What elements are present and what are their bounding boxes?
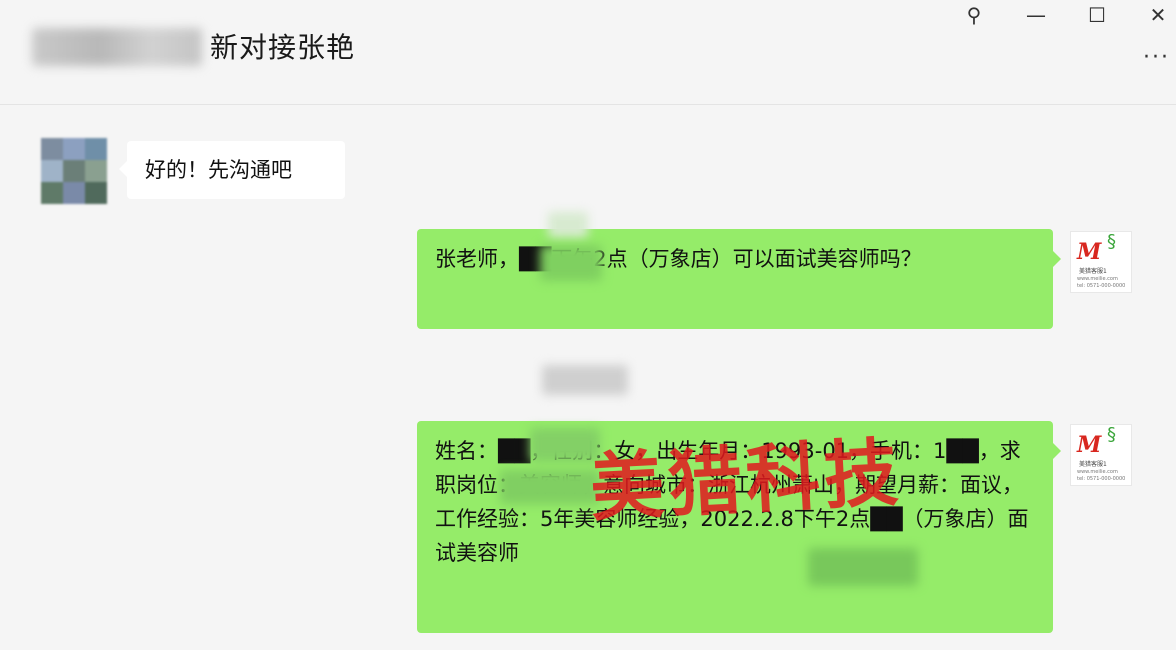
more-icon[interactable]: ··· [1143, 47, 1170, 69]
brand-logo: M [1077, 239, 1102, 265]
maximize-icon[interactable]: ☐ [1077, 0, 1117, 30]
minimize-icon[interactable]: — [1016, 0, 1056, 30]
blurred-region [808, 548, 918, 586]
self-avatar[interactable]: M § 美猎客服1 www.meilie.com tel: 0571-000-0… [1070, 424, 1132, 486]
watermark: 美猎科技 [587, 429, 905, 533]
pin-icon[interactable]: ⚲ [954, 0, 994, 30]
logo-swirl-icon: § [1107, 231, 1116, 252]
avatar-tel: tel: 0571-000-0000 [1077, 476, 1126, 482]
blurred-timestamp [542, 365, 628, 395]
avatar-url: www.meilie.com [1077, 469, 1118, 475]
avatar-url: www.meilie.com [1077, 276, 1118, 282]
chat-header: 新对接张艳 ⚲ — ☐ ✕ ··· [0, 0, 1176, 105]
message-bubble-contact[interactable]: 好的！先沟通吧 [119, 141, 345, 199]
blurred-region [548, 212, 588, 238]
avatar-caption: 美猎客服1 [1079, 461, 1107, 468]
blurred-region [500, 470, 600, 504]
avatar-tel: tel: 0571-000-0000 [1077, 283, 1126, 289]
blurred-region [540, 245, 602, 281]
avatar-caption: 美猎客服1 [1079, 268, 1107, 275]
message-bubble-self[interactable]: 张老师，██下午2点（万象店）可以面试美容师吗？ [417, 229, 1061, 329]
close-icon[interactable]: ✕ [1138, 0, 1176, 30]
chat-title: 新对接张艳 [210, 31, 356, 64]
self-avatar[interactable]: M § 美猎客服1 www.meilie.com tel: 0571-000-0… [1070, 231, 1132, 293]
blurred-contact-name [32, 28, 202, 66]
logo-swirl-icon: § [1107, 424, 1116, 445]
brand-logo: M [1077, 432, 1102, 458]
contact-avatar[interactable] [41, 138, 107, 204]
